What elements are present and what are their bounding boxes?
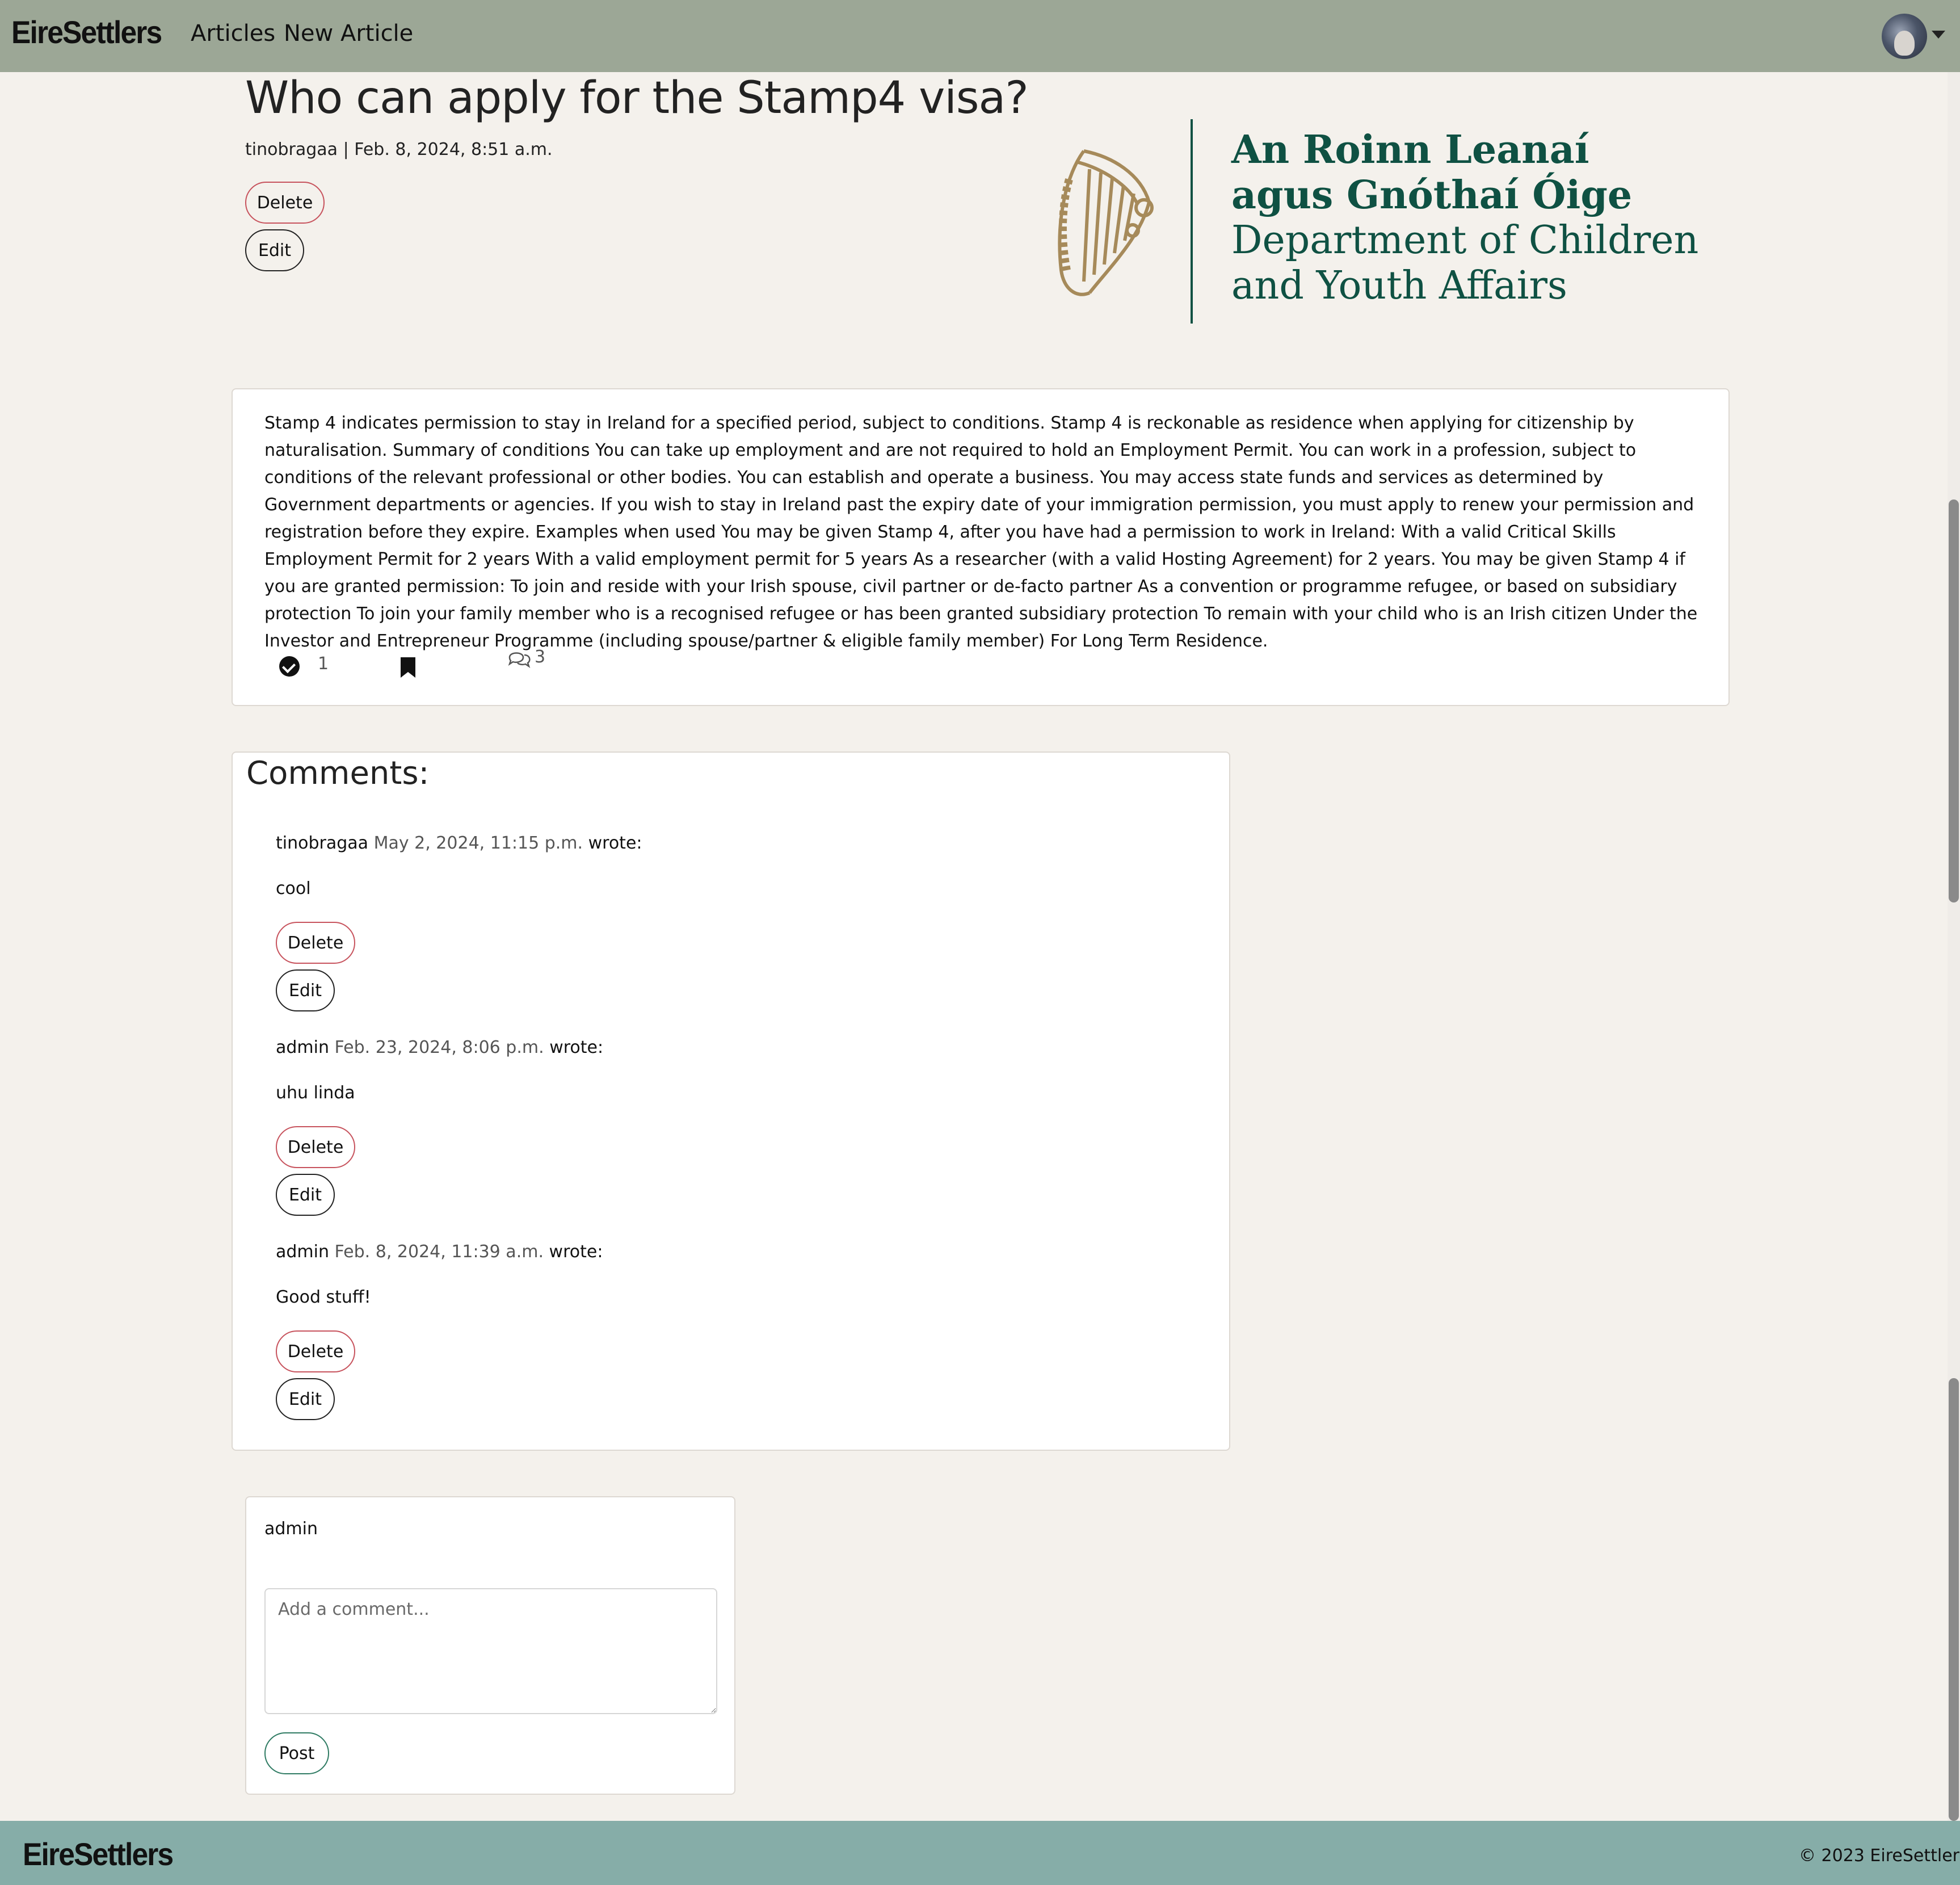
nav-articles-link[interactable]: Articles bbox=[191, 20, 275, 47]
comment-text: cool bbox=[276, 879, 311, 899]
logo-divider bbox=[1191, 119, 1193, 324]
bookmark-icon[interactable] bbox=[401, 657, 415, 678]
form-username: admin bbox=[264, 1519, 318, 1539]
comment-delete-button[interactable]: Delete bbox=[276, 1330, 355, 1372]
approval-count: 1 bbox=[318, 654, 329, 674]
comment-count: 3 bbox=[535, 647, 546, 667]
article-meta: tinobragaa | Feb. 8, 2024, 8:51 a.m. bbox=[245, 140, 553, 159]
comment-text: Good stuff! bbox=[276, 1287, 371, 1307]
article-card: Stamp 4 indicates permission to stay in … bbox=[232, 388, 1730, 706]
comment-input[interactable] bbox=[264, 1588, 717, 1714]
harp-icon bbox=[1058, 149, 1154, 296]
comment-date: May 2, 2024, 11:15 p.m. bbox=[373, 833, 583, 853]
brand-logo[interactable]: EireSettlers bbox=[11, 14, 162, 51]
post-button[interactable]: Post bbox=[264, 1732, 329, 1774]
comments-icon bbox=[508, 652, 531, 669]
logo-line-4: and Youth Affairs bbox=[1231, 263, 1567, 308]
comment-author: tinobragaa bbox=[276, 833, 369, 853]
article-edit-button[interactable]: Edit bbox=[245, 229, 304, 271]
comment-wrote: wrote: bbox=[549, 1038, 604, 1057]
comment-form: admin Post bbox=[245, 1496, 735, 1795]
comment-header: admin Feb. 23, 2024, 8:06 p.m. wrote: bbox=[276, 1038, 603, 1057]
article-delete-button[interactable]: Delete bbox=[245, 182, 325, 224]
comment-date: Feb. 23, 2024, 8:06 p.m. bbox=[334, 1038, 544, 1057]
logo-text: An Roinn Leanaí agus Gnóthaí Óige Depart… bbox=[1231, 127, 1698, 309]
comment-text: uhu linda bbox=[276, 1083, 355, 1103]
footer-brand: EireSettlers bbox=[23, 1836, 174, 1872]
comment-date: Feb. 8, 2024, 11:39 a.m. bbox=[334, 1242, 544, 1262]
department-logo: An Roinn Leanaí agus Gnóthaí Óige Depart… bbox=[1044, 117, 1698, 327]
comment-wrote: wrote: bbox=[588, 833, 642, 853]
logo-line-3: Department of Children bbox=[1231, 218, 1699, 263]
comment-author: admin bbox=[276, 1242, 329, 1262]
comment-header: admin Feb. 8, 2024, 11:39 a.m. wrote: bbox=[276, 1242, 603, 1262]
comment-header: tinobragaa May 2, 2024, 11:15 p.m. wrote… bbox=[276, 833, 642, 853]
avatar[interactable] bbox=[1882, 14, 1927, 59]
comment-edit-button[interactable]: Edit bbox=[276, 1174, 335, 1216]
chevron-down-icon[interactable] bbox=[1932, 31, 1945, 39]
comment-edit-button[interactable]: Edit bbox=[276, 969, 335, 1011]
footer: EireSettlers © 2023 EireSettlers bbox=[0, 1821, 1960, 1885]
comment-edit-button[interactable]: Edit bbox=[276, 1378, 335, 1420]
scrollbar-thumb[interactable] bbox=[1949, 1378, 1959, 1821]
article-title: Who can apply for the Stamp4 visa? bbox=[245, 73, 1029, 124]
logo-line-2: agus Gnóthaí Óige bbox=[1231, 173, 1633, 218]
comments-title: Comments: bbox=[246, 755, 430, 792]
comment-author: admin bbox=[276, 1038, 329, 1057]
footer-copyright: © 2023 EireSettlers bbox=[1799, 1846, 1960, 1866]
article-body: Stamp 4 indicates permission to stay in … bbox=[264, 413, 1698, 651]
comments-card: Comments: tinobragaa May 2, 2024, 11:15 … bbox=[232, 752, 1230, 1451]
logo-line-1: An Roinn Leanaí bbox=[1231, 127, 1589, 173]
comment-delete-button[interactable]: Delete bbox=[276, 922, 355, 964]
nav-new-article-link[interactable]: New Article bbox=[284, 20, 413, 47]
comment-wrote: wrote: bbox=[549, 1242, 603, 1262]
comment-delete-button[interactable]: Delete bbox=[276, 1126, 355, 1168]
scrollbar-thumb[interactable] bbox=[1949, 499, 1959, 902]
check-circle-icon[interactable] bbox=[279, 656, 300, 677]
navbar: EireSettlers Articles New Article bbox=[0, 0, 1960, 72]
